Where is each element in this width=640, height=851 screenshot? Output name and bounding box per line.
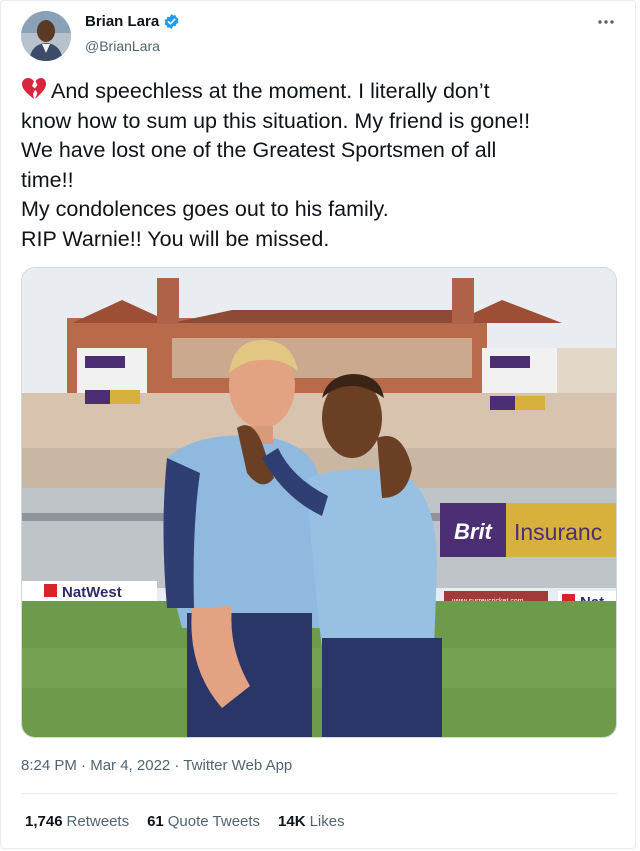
tweet-card: Brian Lara @BrianLara And speechless at …	[0, 0, 636, 849]
verified-badge-icon	[164, 14, 179, 29]
meta-separator-2: ·	[170, 757, 184, 774]
insurance-word: Insuranc	[514, 519, 602, 545]
likes-stat[interactable]: 14K Likes	[278, 813, 345, 830]
retweets-count: 1,746	[25, 813, 63, 830]
outfield-stripe	[22, 648, 616, 688]
more-dots	[598, 20, 614, 24]
quote-tweets-stat[interactable]: 61 Quote Tweets	[147, 813, 260, 830]
tweet-body: And speechless at the moment. I literall…	[21, 79, 531, 251]
broken-heart-icon	[22, 78, 46, 99]
tweet-date[interactable]: Mar 4, 2022	[90, 757, 170, 774]
user-handle[interactable]: @BrianLara	[85, 38, 160, 54]
display-name[interactable]: Brian Lara	[85, 13, 159, 30]
likes-label: Likes	[309, 813, 345, 830]
pavilion	[22, 278, 616, 498]
quotes-count: 61	[147, 813, 164, 830]
natwest-board: NatWest	[22, 581, 157, 601]
retweets-stat[interactable]: 1,746 Retweets	[25, 813, 129, 830]
quotes-label: Quote Tweets	[167, 813, 261, 830]
brit-banner: Brit Insuranc	[440, 503, 616, 557]
divider	[21, 793, 617, 794]
more-icon[interactable]	[597, 9, 615, 30]
natwest-word: NatWest	[62, 584, 122, 601]
brit-word: Brit	[454, 519, 494, 544]
tweet-text: And speechless at the moment. I literall…	[21, 77, 621, 254]
likes-count: 14K	[278, 813, 306, 830]
engagement-stats: 1,746 Retweets 61 Quote Tweets 14K Likes	[25, 813, 345, 830]
avatar-image	[21, 11, 71, 61]
tweet-photo[interactable]: Brit Insuranc NatWest Nat www.surreycric…	[21, 267, 617, 738]
tweet-source[interactable]: Twitter Web App	[183, 757, 292, 774]
photo-scene: Brit Insuranc NatWest Nat www.surreycric…	[22, 268, 616, 737]
name-row: Brian Lara	[85, 13, 180, 30]
tweet-time[interactable]: 8:24 PM	[21, 757, 77, 774]
avatar[interactable]	[21, 11, 71, 61]
meta-separator: ·	[76, 757, 91, 774]
tweet-timestamp: 8:24 PM · Mar 4, 2022 · Twitter Web App	[21, 757, 292, 774]
retweets-label: Retweets	[66, 813, 130, 830]
